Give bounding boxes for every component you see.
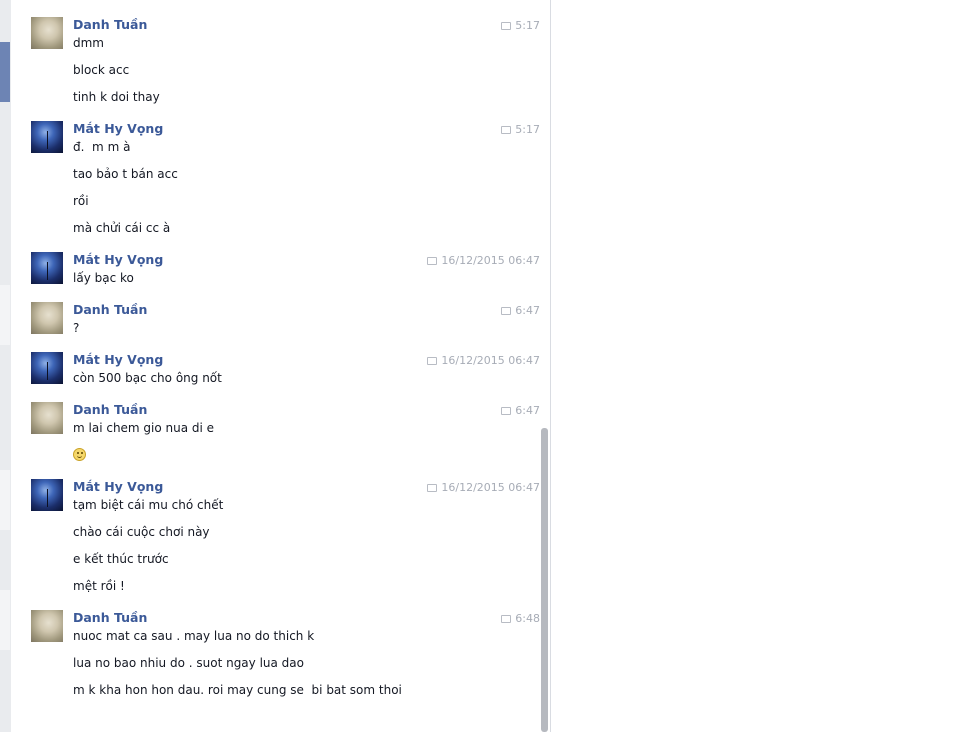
timestamp-text: 5:17 — [515, 19, 540, 32]
avatar[interactable] — [31, 610, 63, 642]
sidebar-segment — [0, 590, 10, 650]
speech-bubble-icon — [501, 21, 512, 30]
avatar[interactable] — [31, 252, 63, 284]
sender-name[interactable]: Mắt Hy Vọng — [73, 352, 163, 367]
message-text: block acc — [73, 63, 130, 77]
message-timestamp: 16/12/2015 06:47 — [427, 481, 540, 494]
speech-bubble-icon — [501, 306, 512, 315]
sidebar-segment — [0, 470, 10, 530]
sender-name[interactable]: Mắt Hy Vọng — [73, 252, 163, 267]
avatar[interactable] — [31, 17, 63, 49]
timestamp-text: 6:48 — [515, 612, 540, 625]
message-text: tao bảo t bán acc — [73, 167, 178, 181]
avatar[interactable] — [31, 479, 63, 511]
speech-bubble-icon — [501, 125, 512, 134]
avatar-detail — [47, 262, 48, 280]
thread-scrollbar[interactable] — [541, 428, 548, 732]
avatar[interactable] — [31, 402, 63, 434]
timestamp-text: 16/12/2015 06:47 — [441, 254, 540, 267]
message-timestamp: 6:47 — [501, 404, 540, 417]
sender-name[interactable]: Mắt Hy Vọng — [73, 121, 163, 136]
avatar-detail — [47, 131, 48, 149]
message-text: e kết thúc trước — [73, 552, 169, 566]
timestamp-text: 6:47 — [515, 404, 540, 417]
avatar[interactable] — [31, 121, 63, 153]
message-timestamp: 6:48 — [501, 612, 540, 625]
speech-bubble-icon — [501, 614, 512, 623]
message-text: lua no bao nhiu do . suot ngay lua dao — [73, 656, 304, 670]
message-text: còn 500 bạc cho ông nốt — [73, 371, 222, 385]
timestamp-text: 16/12/2015 06:47 — [441, 481, 540, 494]
speech-bubble-icon — [427, 256, 438, 265]
message-text: tạm biệt cái mu chó chết — [73, 498, 224, 512]
message-timestamp: 5:17 — [501, 123, 540, 136]
timestamp-text: 5:17 — [515, 123, 540, 136]
speech-bubble-icon — [427, 356, 438, 365]
message-text: m lai chem gio nua di e — [73, 421, 215, 435]
sender-name[interactable]: Mắt Hy Vọng — [73, 479, 163, 494]
sidebar-active-marker — [0, 42, 10, 102]
sender-name[interactable]: Danh Tuần — [73, 302, 147, 317]
sender-name[interactable]: Danh Tuần — [73, 610, 147, 625]
message-text: chào cái cuộc chơi này — [73, 525, 210, 539]
smiley-emoji — [73, 448, 86, 461]
emoji-mouth — [77, 454, 82, 458]
sender-name[interactable]: Danh Tuần — [73, 402, 147, 417]
avatar-detail — [47, 489, 48, 507]
timestamp-text: 16/12/2015 06:47 — [441, 354, 540, 367]
message-text: lấy bạc ko — [73, 271, 134, 285]
message-text: mệt rồi ! — [73, 579, 125, 593]
message-text: rồi — [73, 194, 89, 208]
timestamp-text: 6:47 — [515, 304, 540, 317]
message-text: m k kha hon hon dau. roi may cung se bi … — [73, 683, 402, 697]
message-text: tinh k doi thay — [73, 90, 160, 104]
message-text: ? — [73, 321, 80, 335]
avatar[interactable] — [31, 352, 63, 384]
message-text: dmm — [73, 36, 104, 50]
message-timestamp: 5:17 — [501, 19, 540, 32]
message-text: đ. m m à — [73, 140, 131, 154]
message-timestamp: 16/12/2015 06:47 — [427, 254, 540, 267]
message-timestamp: 6:47 — [501, 304, 540, 317]
avatar-detail — [47, 362, 48, 380]
speech-bubble-icon — [501, 406, 512, 415]
sender-name[interactable]: Danh Tuần — [73, 17, 147, 32]
message-text: mà chửi cái cc à — [73, 221, 171, 235]
avatar[interactable] — [31, 302, 63, 334]
message-text: nuoc mat ca sau . may lua no do thich k — [73, 629, 315, 643]
message-timestamp: 16/12/2015 06:47 — [427, 354, 540, 367]
speech-bubble-icon — [427, 483, 438, 492]
sidebar-segment — [0, 285, 10, 345]
message-thread[interactable]: Danh Tuần 5:17 dmm block acc tinh k doi thay… — [11, 0, 551, 732]
